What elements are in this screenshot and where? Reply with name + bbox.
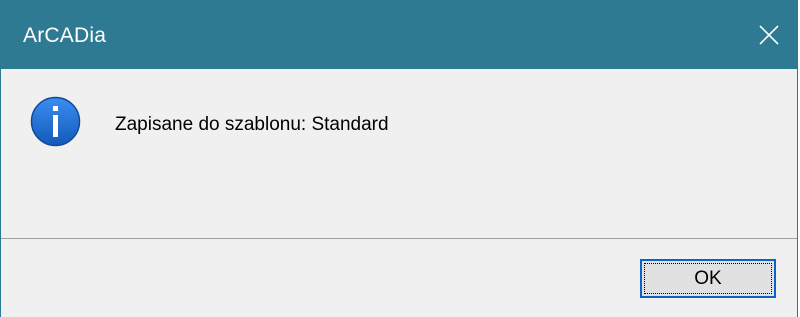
- dialog-message: Zapisane do szablonu: Standard: [115, 114, 389, 135]
- dialog-content: Zapisane do szablonu: Standard: [1, 69, 797, 238]
- ok-button[interactable]: OK: [640, 259, 776, 298]
- ok-button-label: OK: [694, 267, 722, 289]
- close-icon: [759, 24, 779, 45]
- title-bar[interactable]: ArCADia: [1, 0, 797, 69]
- dialog-footer: OK: [1, 239, 797, 317]
- info-icon: [30, 96, 81, 147]
- close-button[interactable]: [741, 0, 797, 69]
- message-dialog: ArCADia Zapisane do szablonu: Standard O: [0, 0, 798, 317]
- window-title: ArCADia: [23, 24, 107, 47]
